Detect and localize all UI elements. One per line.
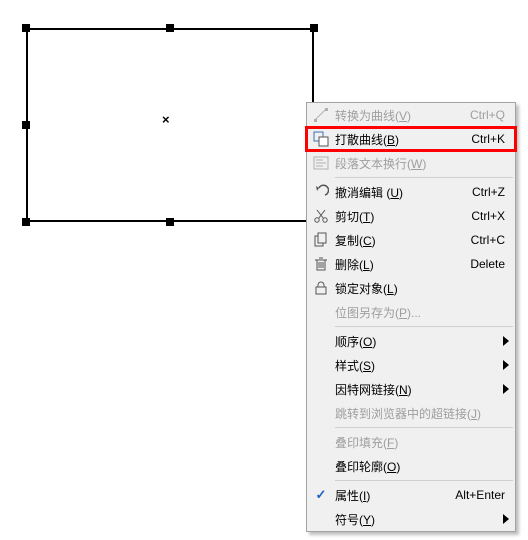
menu-item[interactable]: 撤消编辑 (U)Ctrl+Z: [307, 180, 515, 204]
menu-item-label: 因特网链接(N): [335, 381, 505, 398]
menu-item-label: 顺序(O): [335, 333, 505, 350]
undo-icon: [307, 184, 335, 200]
menu-item-label: 段落文本换行(W): [335, 155, 505, 172]
selection-handle[interactable]: [22, 121, 30, 129]
menu-item-shortcut: Alt+Enter: [447, 488, 505, 502]
menu-item[interactable]: 叠印轮廓(O): [307, 454, 515, 478]
menu-item-shortcut: Ctrl+C: [463, 233, 505, 247]
menu-item: 位图另存为(P)...: [307, 300, 515, 324]
menu-separator: [335, 427, 513, 428]
copy-icon: [307, 232, 335, 248]
menu-item[interactable]: 打散曲线(B)Ctrl+K: [307, 127, 515, 151]
menu-item[interactable]: 因特网链接(N): [307, 377, 515, 401]
menu-separator: [335, 326, 513, 327]
paragraph-wrap-icon: [307, 155, 335, 171]
menu-item: 转换为曲线(V)Ctrl+Q: [307, 103, 515, 127]
menu-item[interactable]: 剪切(T)Ctrl+X: [307, 204, 515, 228]
menu-item-label: 叠印轮廓(O): [335, 458, 505, 475]
menu-item-label: 属性(I): [335, 487, 447, 504]
menu-item[interactable]: 复制(C)Ctrl+C: [307, 228, 515, 252]
menu-item[interactable]: ✓属性(I)Alt+Enter: [307, 483, 515, 507]
menu-item-shortcut: Delete: [462, 257, 505, 271]
menu-item: 跳转到浏览器中的超链接(J): [307, 401, 515, 425]
submenu-arrow-icon: [503, 336, 509, 346]
menu-item[interactable]: 锁定对象(L): [307, 276, 515, 300]
menu-item-shortcut: Ctrl+Q: [462, 108, 505, 122]
menu-item[interactable]: 符号(Y): [307, 507, 515, 531]
menu-item-shortcut: Ctrl+Z: [464, 185, 505, 199]
menu-item-label: 打散曲线(B): [335, 131, 463, 148]
menu-item: 叠印填充(F): [307, 430, 515, 454]
menu-item-shortcut: Ctrl+X: [463, 209, 505, 223]
selection-handle[interactable]: [166, 218, 174, 226]
menu-item-label: 剪切(T): [335, 208, 463, 225]
menu-item-label: 叠印填充(F): [335, 434, 505, 451]
selection-handle[interactable]: [166, 24, 174, 32]
selection-handle[interactable]: [22, 218, 30, 226]
menu-item-label: 删除(L): [335, 256, 462, 273]
submenu-arrow-icon: [503, 514, 509, 524]
menu-item[interactable]: 删除(L)Delete: [307, 252, 515, 276]
selection-handle[interactable]: [22, 24, 30, 32]
selected-rectangle[interactable]: [26, 28, 314, 222]
submenu-arrow-icon: [503, 360, 509, 370]
selection-handle[interactable]: [310, 24, 318, 32]
menu-item-label: 锁定对象(L): [335, 280, 505, 297]
menu-item-label: 样式(S): [335, 357, 505, 374]
check-icon: ✓: [307, 487, 335, 503]
menu-item: 段落文本换行(W): [307, 151, 515, 175]
selection-center-marker: ×: [162, 113, 170, 126]
menu-item[interactable]: 顺序(O): [307, 329, 515, 353]
menu-separator: [335, 177, 513, 178]
menu-item-label: 位图另存为(P)...: [335, 304, 505, 321]
break-apart-icon: [307, 131, 335, 147]
delete-icon: [307, 256, 335, 272]
menu-separator: [335, 480, 513, 481]
node-edit-icon: [307, 107, 335, 123]
menu-item-label: 跳转到浏览器中的超链接(J): [335, 405, 505, 422]
menu-item-label: 撤消编辑 (U): [335, 184, 464, 201]
cut-icon: [307, 208, 335, 224]
submenu-arrow-icon: [503, 384, 509, 394]
menu-item-shortcut: Ctrl+K: [463, 132, 505, 146]
menu-item[interactable]: 样式(S): [307, 353, 515, 377]
menu-item-label: 复制(C): [335, 232, 463, 249]
menu-item-label: 符号(Y): [335, 511, 505, 528]
context-menu: 转换为曲线(V)Ctrl+Q打散曲线(B)Ctrl+K段落文本换行(W)撤消编辑…: [306, 102, 516, 532]
menu-item-label: 转换为曲线(V): [335, 107, 462, 124]
lock-icon: [307, 280, 335, 296]
